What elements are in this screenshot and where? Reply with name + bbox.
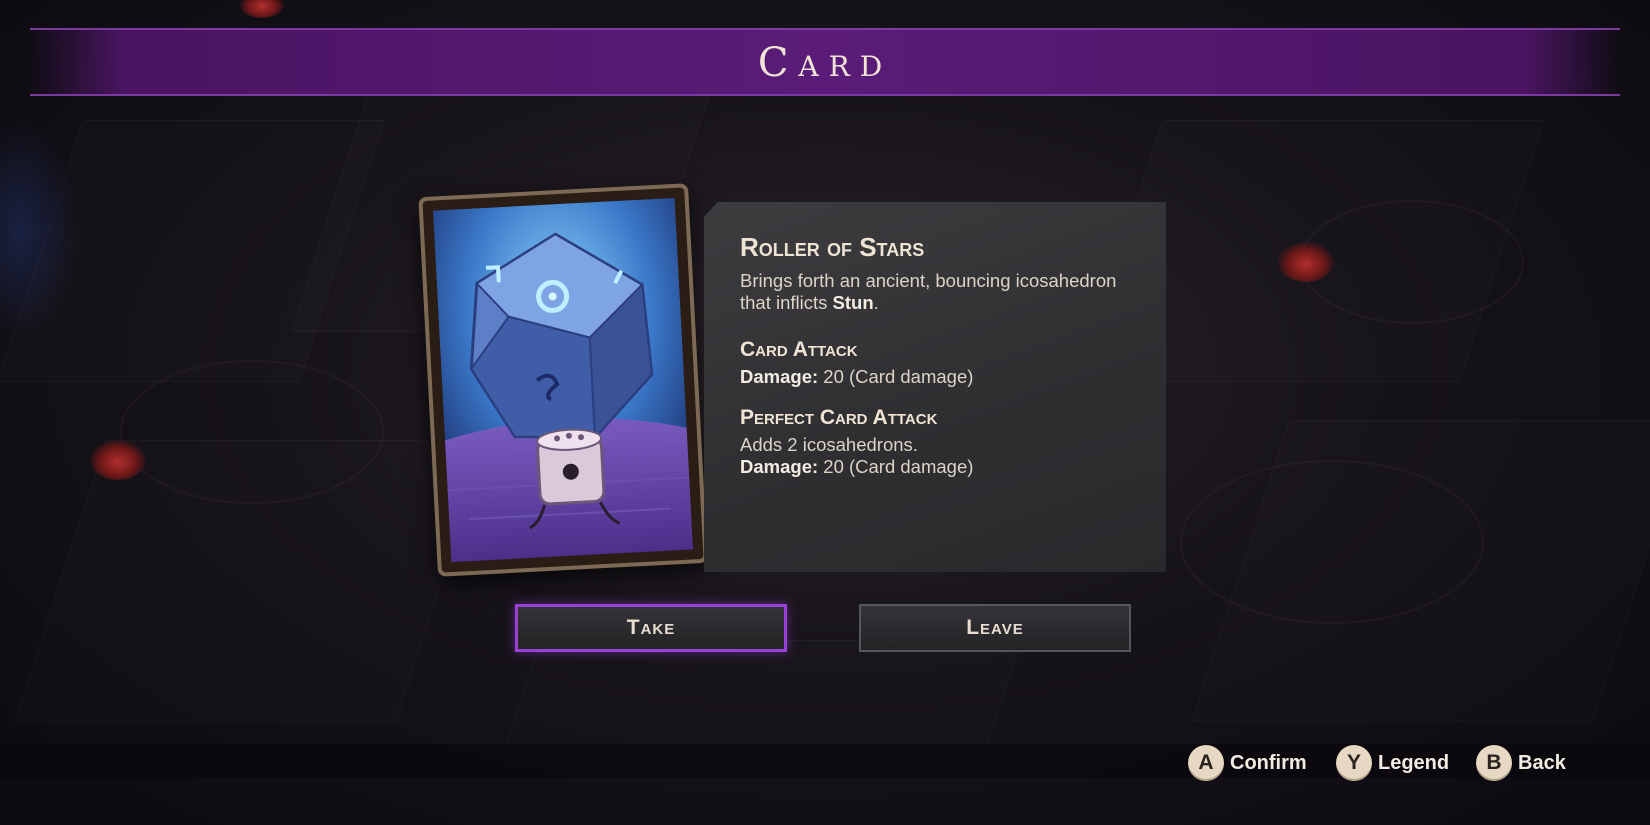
back-hint[interactable]: B Back xyxy=(1476,745,1566,781)
stun-keyword: Stun xyxy=(832,292,874,313)
legend-label: Legend xyxy=(1378,751,1450,774)
damage-label: Damage: xyxy=(740,456,819,477)
a-button-icon: A xyxy=(1188,745,1224,781)
confirm-hint[interactable]: A Confirm xyxy=(1188,745,1307,781)
b-button-icon: B xyxy=(1476,745,1512,781)
y-button-icon: Y xyxy=(1336,745,1372,781)
description-suffix: . xyxy=(873,292,879,313)
perfect-attack-effect: Adds 2 icosahedrons. xyxy=(740,434,918,455)
damage-label: Damage: xyxy=(740,366,819,387)
card-description: Brings forth an ancient, bouncing icosah… xyxy=(740,270,1130,314)
candle-left xyxy=(90,440,146,480)
candle-right xyxy=(1278,242,1334,282)
title-banner: Card xyxy=(30,28,1620,96)
confirm-label: Confirm xyxy=(1230,751,1307,774)
damage-value: 20 (Card damage) xyxy=(818,456,974,477)
card-attack-damage: Damage: 20 (Card damage) xyxy=(740,366,973,388)
card-artwork xyxy=(418,183,708,577)
card-name: Roller of Stars xyxy=(740,232,925,262)
icosahedron-die-illustration xyxy=(432,197,694,563)
take-button[interactable]: Take xyxy=(515,604,787,652)
description-text: Brings forth an ancient, bouncing icosah… xyxy=(740,270,1117,313)
back-label: Back xyxy=(1518,751,1566,774)
legend-hint[interactable]: Y Legend xyxy=(1336,745,1449,781)
damage-value: 20 (Card damage) xyxy=(818,366,974,387)
page-title: Card xyxy=(757,40,893,86)
leave-button[interactable]: Leave xyxy=(859,604,1131,652)
card-description-panel: Roller of Stars Brings forth an ancient,… xyxy=(704,202,1166,572)
perfect-attack-damage: Damage: 20 (Card damage) xyxy=(740,456,973,478)
card-attack-title: Card Attack xyxy=(740,338,858,361)
candle-top xyxy=(240,0,284,18)
perfect-card-attack-title: Perfect Card Attack xyxy=(740,406,938,429)
